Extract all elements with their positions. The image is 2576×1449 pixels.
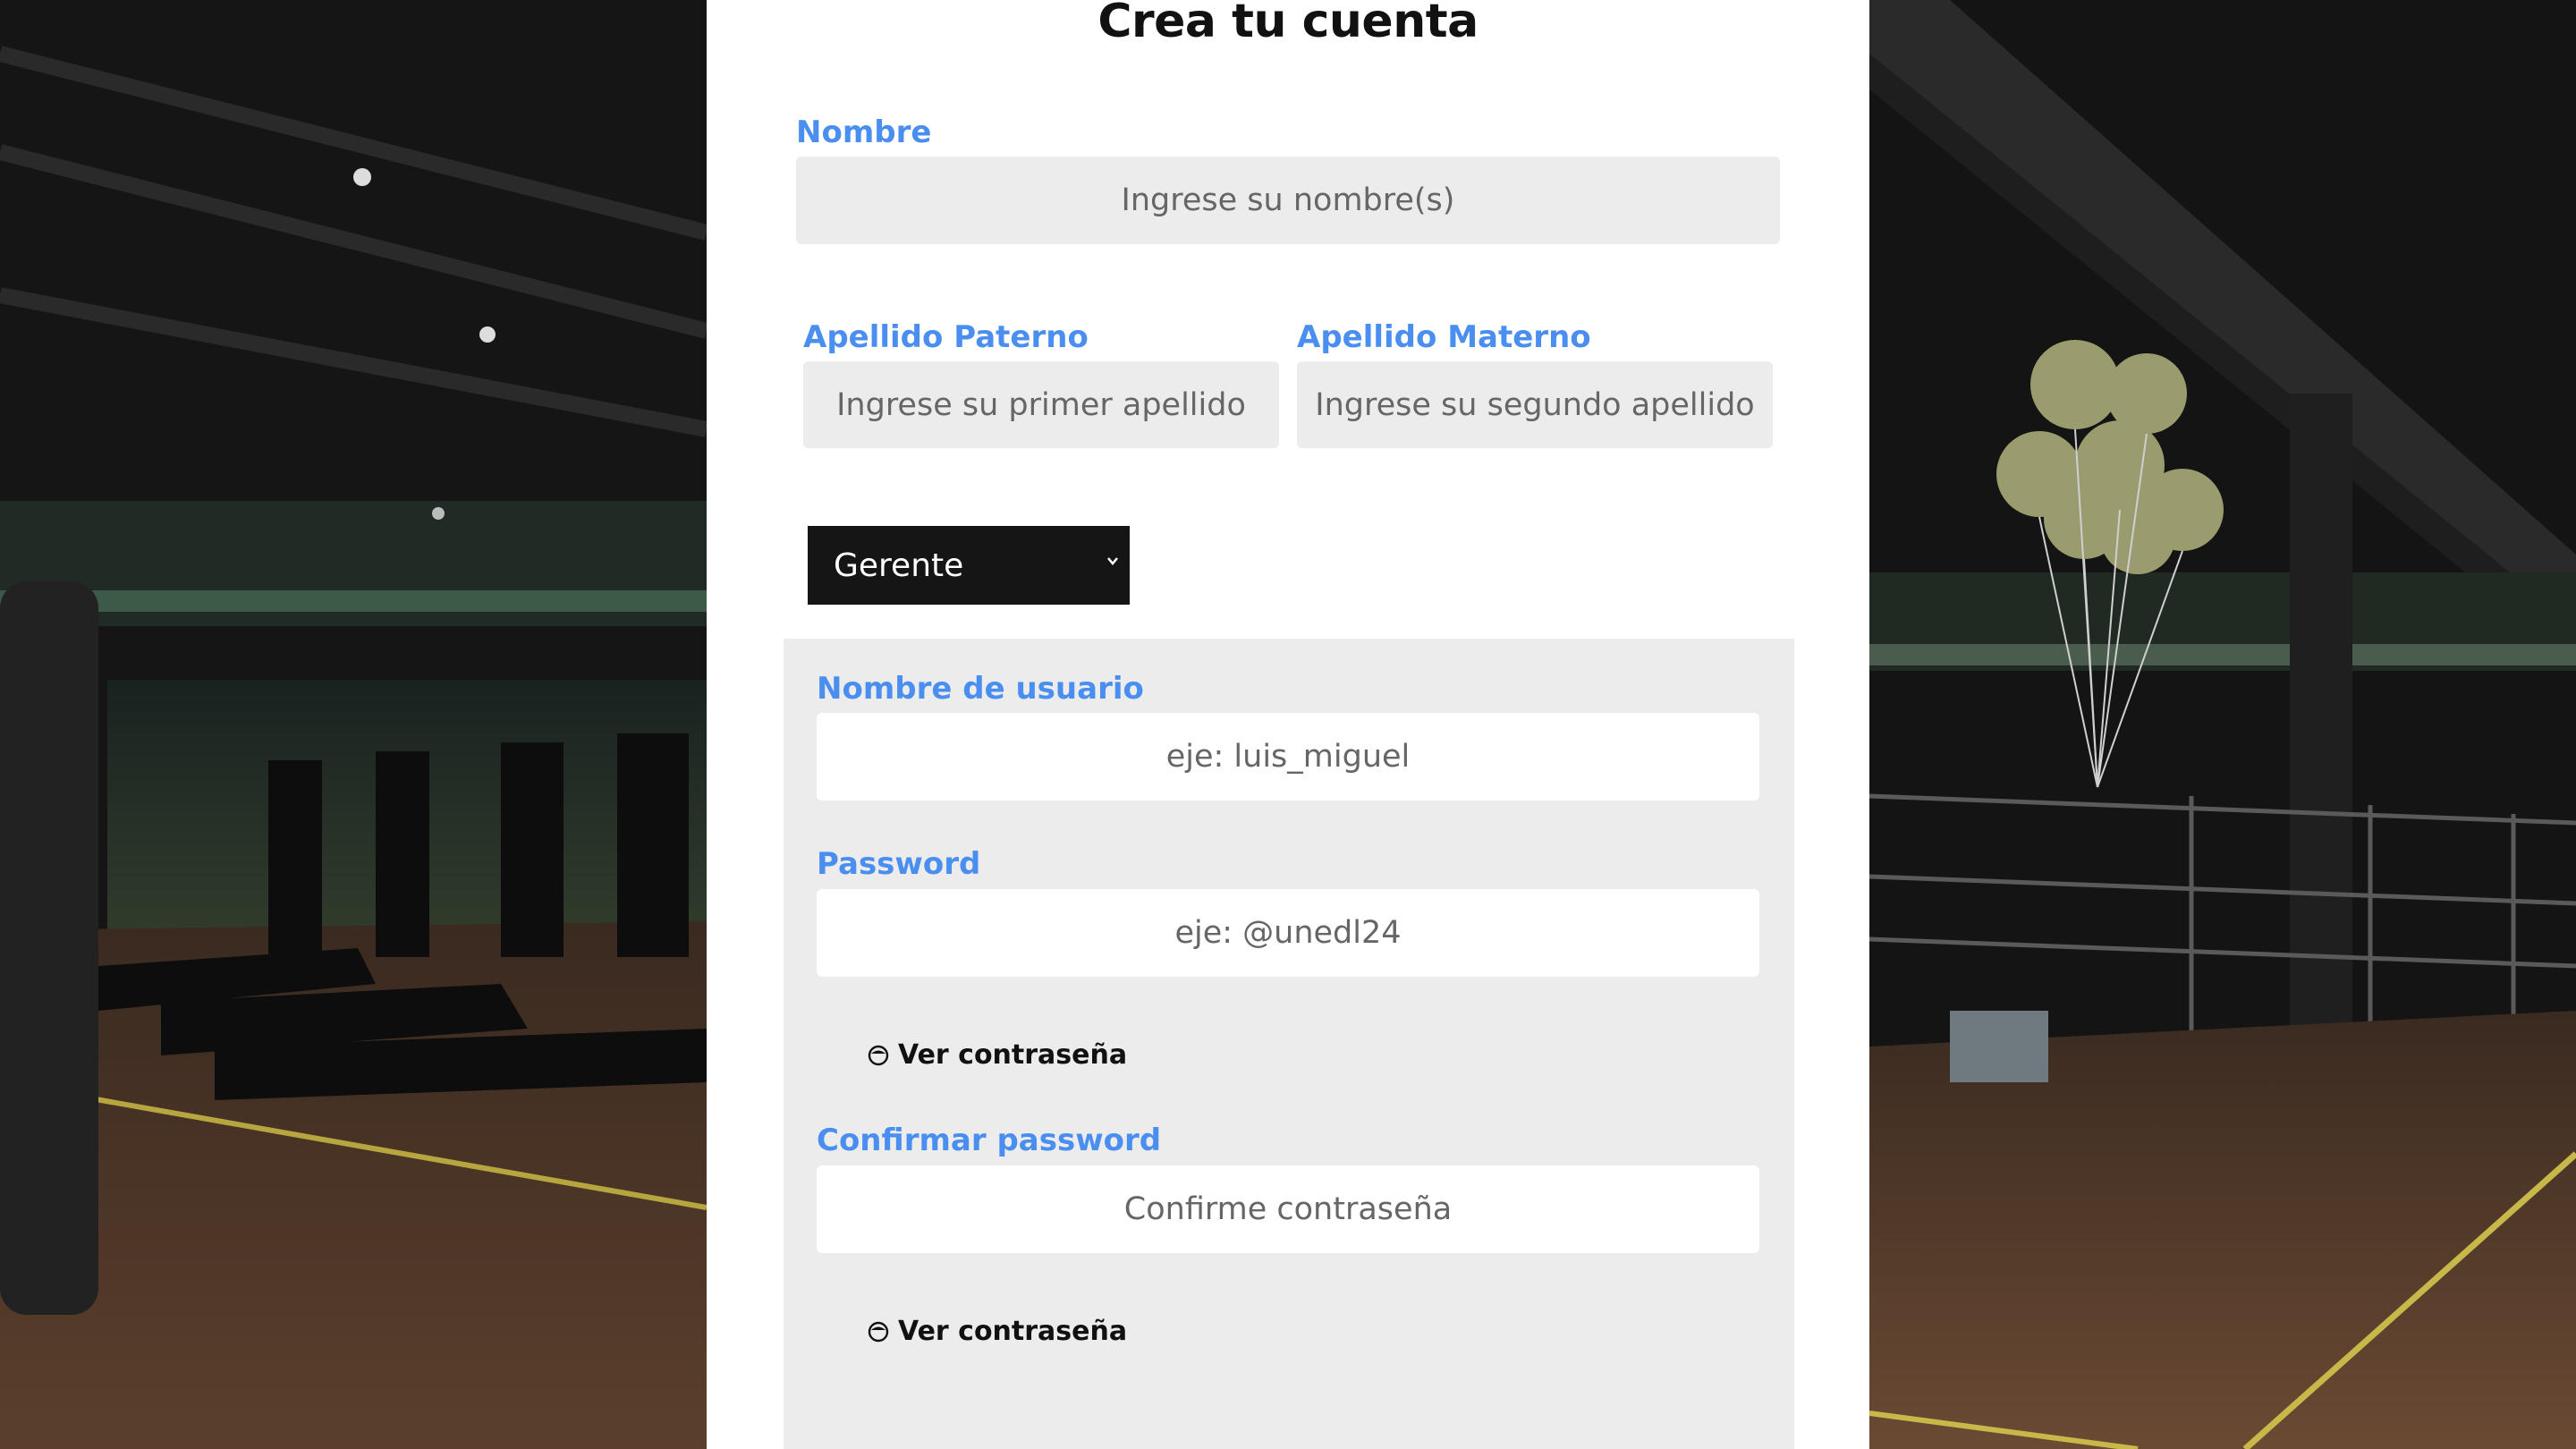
nombre-label: Nombre xyxy=(796,114,932,150)
confirm-password-label: Confirmar password xyxy=(817,1123,1162,1158)
role-select-value: Gerente xyxy=(834,547,964,584)
signup-card: Crea tu cuenta Nombre Apellido Paterno A… xyxy=(707,0,1869,1449)
page-title: Crea tu cuenta xyxy=(1097,0,1479,48)
apellido-paterno-label: Apellido Paterno xyxy=(803,319,1089,355)
username-label: Nombre de usuario xyxy=(817,671,1144,707)
nombre-input[interactable] xyxy=(796,157,1780,244)
chevron-down-icon xyxy=(1107,557,1118,565)
password-label: Password xyxy=(817,846,981,882)
confirm-password-input[interactable] xyxy=(817,1165,1759,1253)
apellido-materno-label: Apellido Materno xyxy=(1297,319,1591,355)
show-confirm-password-toggle[interactable]: Ver contraseña xyxy=(868,1316,1127,1347)
password-input[interactable] xyxy=(817,889,1759,977)
username-input[interactable] xyxy=(817,713,1759,801)
account-panel: Nombre de usuario Password Ver contraseñ… xyxy=(784,639,1794,1449)
show-password-toggle[interactable]: Ver contraseña xyxy=(868,1039,1127,1071)
show-confirm-password-label: Ver contraseña xyxy=(898,1316,1128,1347)
gym-photo-right xyxy=(1869,0,2576,1449)
apellido-paterno-input[interactable] xyxy=(803,361,1279,448)
role-select[interactable]: Gerente xyxy=(808,526,1130,605)
show-password-label: Ver contraseña xyxy=(898,1039,1128,1071)
eye-icon xyxy=(868,1045,889,1065)
apellido-materno-input[interactable] xyxy=(1297,361,1773,448)
eye-icon xyxy=(868,1321,889,1342)
background-photo-right xyxy=(1869,0,2576,1449)
gym-photo-left xyxy=(0,0,707,1449)
background-photo-left xyxy=(0,0,707,1449)
